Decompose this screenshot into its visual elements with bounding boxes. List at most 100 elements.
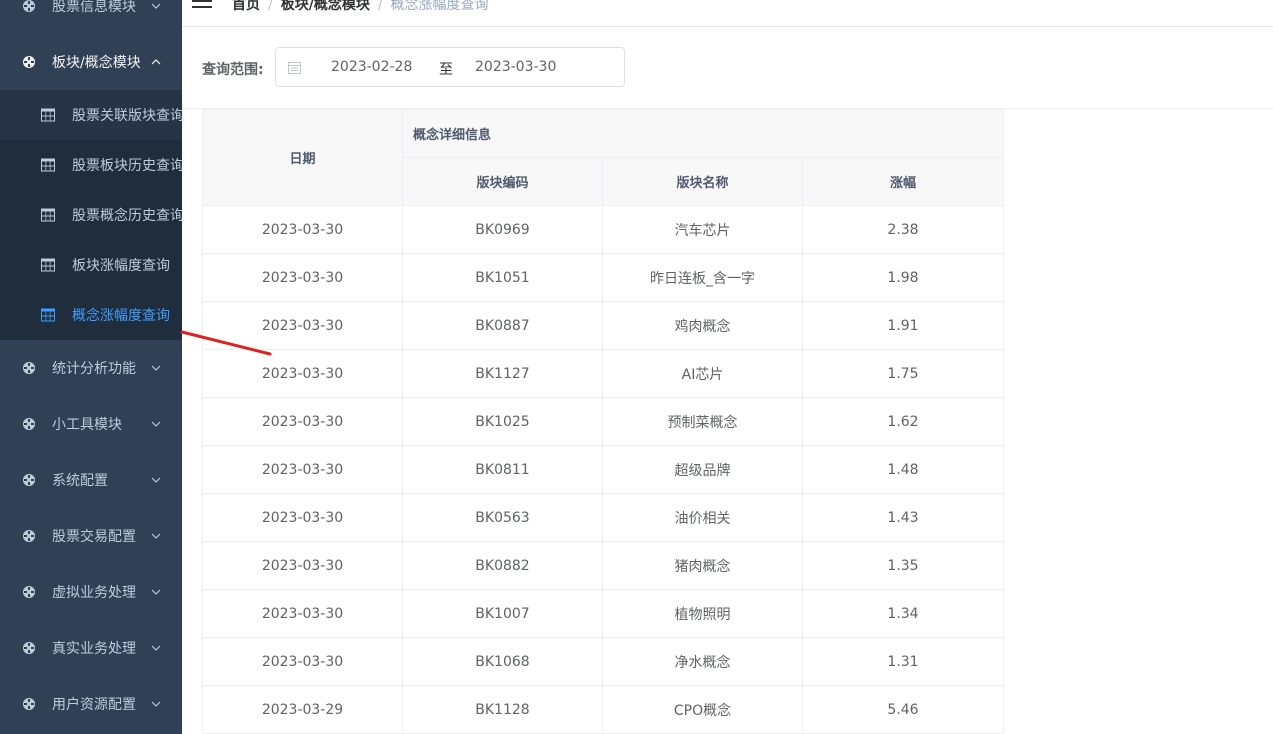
chevron-down-icon <box>151 533 161 539</box>
hamburger-icon[interactable] <box>192 0 212 8</box>
cell-change: 5.46 <box>802 685 1004 734</box>
menu-stock-info[interactable]: 股票信息模块 <box>0 0 182 34</box>
cell-name: AI芯片 <box>602 349 803 398</box>
sidebar-item-label: 股票关联版块查询 <box>72 108 182 124</box>
menu-label: 板块/概念模块 <box>52 55 141 71</box>
cell-code: BK0811 <box>402 445 603 494</box>
gear-icon <box>23 362 35 374</box>
cell-change: 1.98 <box>802 253 1004 302</box>
cell-change: 1.91 <box>802 301 1004 350</box>
sidebar-item-label: 板块涨幅度查询 <box>72 258 170 274</box>
end-date-input[interactable]: 2023-03-30 <box>475 59 556 75</box>
breadcrumb-home[interactable]: 首页 <box>232 0 260 13</box>
table-icon <box>41 108 55 122</box>
cell-change: 1.34 <box>802 589 1004 638</box>
cell-name: 油价相关 <box>602 493 803 542</box>
cell-date: 2023-03-29 <box>202 685 403 734</box>
sidebar-item-sector-gain[interactable]: 板块涨幅度查询 <box>0 240 182 290</box>
sidebar: 股票信息模块 板块/概念模块 股票关联版块查询 股票板块历史查询 股票概念历史查… <box>0 0 182 734</box>
sidebar-item-concept-gain[interactable]: 概念涨幅度查询 <box>0 290 182 340</box>
cell-name: 鸡肉概念 <box>602 301 803 350</box>
table-row: 2023-03-30 BK1127 AI芯片 1.75 <box>202 349 1004 398</box>
cell-date: 2023-03-30 <box>202 541 403 590</box>
gear-icon <box>23 56 35 68</box>
sidebar-item-stock-sector-history[interactable]: 股票板块历史查询 <box>0 140 182 190</box>
menu-virtual-business[interactable]: 虚拟业务处理 <box>0 564 182 620</box>
sidebar-item-stock-concept-history[interactable]: 股票概念历史查询 <box>0 190 182 240</box>
cell-date: 2023-03-30 <box>202 397 403 446</box>
cell-code: BK1051 <box>402 253 603 302</box>
sidebar-item-label: 股票概念历史查询 <box>72 208 182 224</box>
menu-statistics[interactable]: 统计分析功能 <box>0 340 182 396</box>
date-range-picker[interactable]: 2023-02-28 至 2023-03-30 <box>275 47 625 87</box>
sidebar-item-label: 股票板块历史查询 <box>72 158 182 174</box>
gear-icon <box>23 586 35 598</box>
menu-trade-config[interactable]: 股票交易配置 <box>0 508 182 564</box>
breadcrumb-section[interactable]: 板块/概念模块 <box>281 0 370 13</box>
table-body: 2023-03-30 BK0969 汽车芯片 2.38 2023-03-30 BK1051… <box>202 205 1004 734</box>
cell-code: BK0882 <box>402 541 603 590</box>
start-date-input[interactable]: 2023-02-28 <box>331 59 412 75</box>
menu-label: 虚拟业务处理 <box>52 585 136 601</box>
menu-label: 真实业务处理 <box>52 641 136 657</box>
cell-code: BK0887 <box>402 301 603 350</box>
menu-label: 股票交易配置 <box>52 529 136 545</box>
query-range-label: 查询范围: <box>202 62 264 78</box>
chevron-down-icon <box>151 421 161 427</box>
cell-code: BK1007 <box>402 589 603 638</box>
cell-name: 超级品牌 <box>602 445 803 494</box>
cell-date: 2023-03-30 <box>202 637 403 686</box>
cell-date: 2023-03-30 <box>202 205 403 254</box>
cell-name: 净水概念 <box>602 637 803 686</box>
table-icon <box>41 308 55 322</box>
menu-label: 系统配置 <box>52 473 108 489</box>
table-row: 2023-03-30 BK0563 油价相关 1.43 <box>202 493 1004 542</box>
menu-system-config[interactable]: 系统配置 <box>0 452 182 508</box>
breadcrumb-separator: / <box>268 0 273 13</box>
cell-name: 植物照明 <box>602 589 803 638</box>
breadcrumb-current: 概念涨幅度查询 <box>390 0 489 13</box>
table-row: 2023-03-30 BK0811 超级品牌 1.48 <box>202 445 1004 494</box>
menu-sector-concept[interactable]: 板块/概念模块 <box>0 34 182 90</box>
cell-code: BK1128 <box>402 685 603 734</box>
cell-change: 1.48 <box>802 445 1004 494</box>
cell-change: 1.35 <box>802 541 1004 590</box>
gear-icon <box>23 530 35 542</box>
chevron-down-icon <box>151 701 161 707</box>
cell-date: 2023-03-30 <box>202 493 403 542</box>
cell-name: 汽车芯片 <box>602 205 803 254</box>
cell-change: 1.75 <box>802 349 1004 398</box>
cell-code: BK1025 <box>402 397 603 446</box>
breadcrumb: 首页 / 板块/概念模块 / 概念涨幅度查询 <box>232 0 489 14</box>
table-row: 2023-03-30 BK1025 预制菜概念 1.62 <box>202 397 1004 446</box>
chevron-down-icon <box>151 645 161 651</box>
calendar-icon <box>288 62 301 74</box>
chevron-down-icon <box>151 589 161 595</box>
column-header-change: 涨幅 <box>802 157 1004 206</box>
cell-name: 昨日连板_含一字 <box>602 253 803 302</box>
menu-tools[interactable]: 小工具模块 <box>0 396 182 452</box>
menu-user-resources[interactable]: 用户资源配置 <box>0 676 182 732</box>
cell-name: 预制菜概念 <box>602 397 803 446</box>
chevron-down-icon <box>151 365 161 371</box>
sidebar-item-stock-sector-relation[interactable]: 股票关联版块查询 <box>0 90 182 140</box>
table-row: 2023-03-30 BK0887 鸡肉概念 1.91 <box>202 301 1004 350</box>
table-row: 2023-03-30 BK0882 猪肉概念 1.35 <box>202 541 1004 590</box>
breadcrumb-separator: / <box>377 0 383 13</box>
table-row: 2023-03-30 BK0969 汽车芯片 2.38 <box>202 205 1004 254</box>
cell-change: 1.43 <box>802 493 1004 542</box>
table-row: 2023-03-30 BK1068 净水概念 1.31 <box>202 637 1004 686</box>
sidebar-item-label: 概念涨幅度查询 <box>72 308 170 324</box>
gear-icon <box>23 0 35 12</box>
menu-real-business[interactable]: 真实业务处理 <box>0 620 182 676</box>
table-icon <box>41 208 55 222</box>
cell-name: 猪肉概念 <box>602 541 803 590</box>
chevron-down-icon <box>151 3 161 9</box>
cell-code: BK1127 <box>402 349 603 398</box>
table-icon <box>41 258 55 272</box>
cell-date: 2023-03-30 <box>202 589 403 638</box>
gear-icon <box>23 474 35 486</box>
table-row: 2023-03-30 BK1051 昨日连板_含一字 1.98 <box>202 253 1004 302</box>
cell-code: BK0563 <box>402 493 603 542</box>
menu-label: 股票信息模块 <box>52 0 136 15</box>
